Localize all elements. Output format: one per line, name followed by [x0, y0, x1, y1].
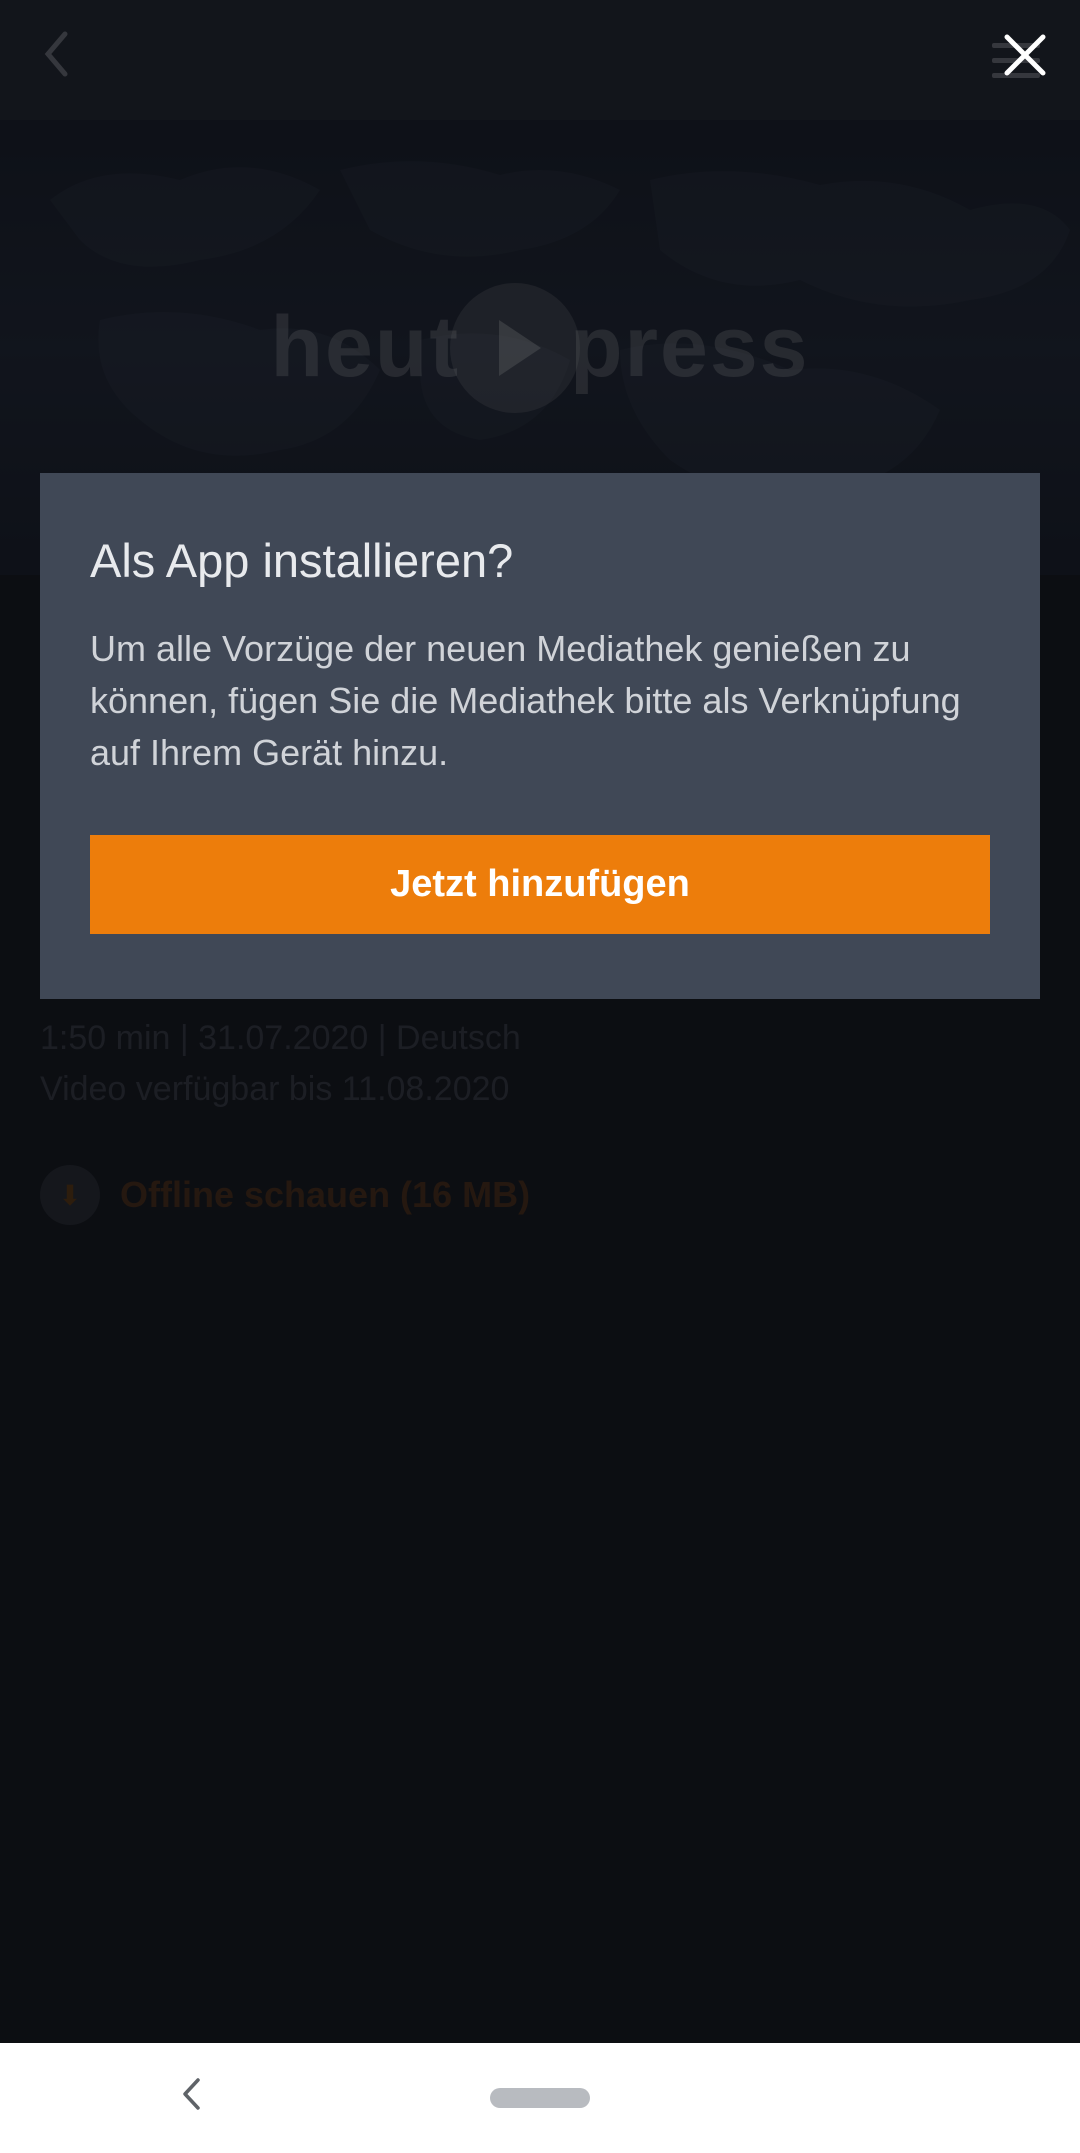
install-app-modal: Als App installieren? Um alle Vorzüge de…: [40, 473, 1040, 999]
add-now-button[interactable]: Jetzt hinzufügen: [90, 835, 990, 934]
system-home-pill[interactable]: [490, 2088, 590, 2108]
system-back-icon[interactable]: [180, 2076, 202, 2121]
app-container: heut press Kurznachrichten im ZDF - imme…: [0, 0, 1080, 2043]
modal-backdrop[interactable]: [0, 0, 1080, 2043]
system-navigation-bar: [0, 2043, 1080, 2153]
modal-title: Als App installieren?: [90, 533, 990, 588]
modal-body: Um alle Vorzüge der neuen Mediathek geni…: [90, 623, 990, 780]
close-icon[interactable]: [1000, 30, 1050, 80]
